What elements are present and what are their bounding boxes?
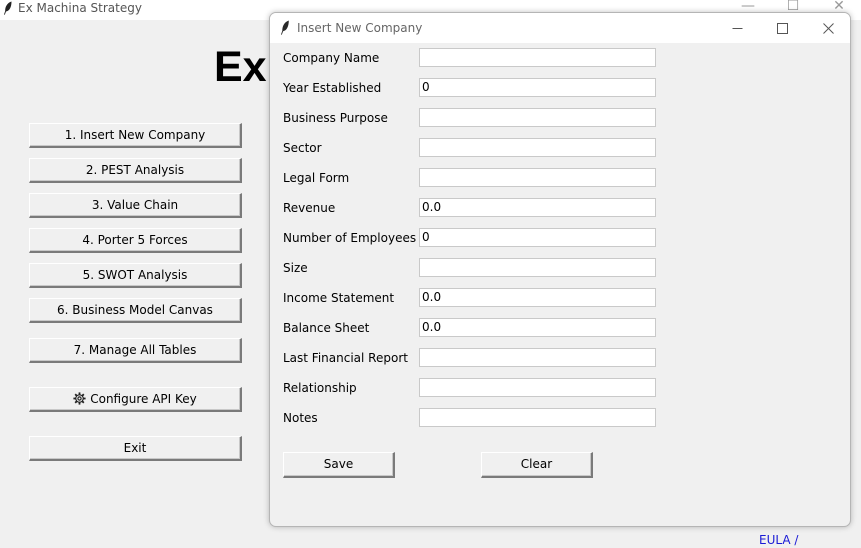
gear-icon xyxy=(73,392,86,405)
last-financial-report-label: Last Financial Report xyxy=(283,351,408,365)
business-purpose-input[interactable] xyxy=(419,108,656,127)
close-icon xyxy=(822,22,834,34)
size-input[interactable] xyxy=(419,258,656,277)
dialog-maximize-button[interactable] xyxy=(759,13,805,43)
insert-new-company-button[interactable]: 1. Insert New Company xyxy=(29,123,242,148)
size-label: Size xyxy=(283,261,308,275)
sector-input[interactable] xyxy=(419,138,656,157)
dialog-minimize-button[interactable] xyxy=(714,13,760,43)
notes-input[interactable] xyxy=(419,408,656,427)
legal-form-input[interactable] xyxy=(419,168,656,187)
feather-icon xyxy=(281,20,289,35)
company-name-input[interactable] xyxy=(419,48,656,67)
value-chain-button[interactable]: 3. Value Chain xyxy=(29,193,242,218)
eula-disclaimer-link[interactable]: EULA / Disclaimer xyxy=(759,533,861,548)
swot-analysis-button[interactable]: 5. SWOT Analysis xyxy=(29,263,242,288)
pest-analysis-button[interactable]: 2. PEST Analysis xyxy=(29,158,242,183)
configure-api-key-button[interactable]: Configure API Key xyxy=(29,387,242,412)
income-statement-input[interactable]: 0.0 xyxy=(419,288,656,307)
revenue-label: Revenue xyxy=(283,201,336,215)
configure-api-key-label: Configure API Key xyxy=(90,392,197,406)
save-button[interactable]: Save xyxy=(283,452,395,478)
app-heading: Ex xyxy=(214,43,267,91)
relationship-input[interactable] xyxy=(419,378,656,397)
balance-sheet-input[interactable]: 0.0 xyxy=(419,318,656,337)
balance-sheet-label: Balance Sheet xyxy=(283,321,370,335)
last-financial-report-input[interactable] xyxy=(419,348,656,367)
feather-icon xyxy=(4,1,12,15)
porter-5-forces-button[interactable]: 4. Porter 5 Forces xyxy=(29,228,242,253)
income-statement-label: Income Statement xyxy=(283,291,395,305)
exit-button[interactable]: Exit xyxy=(29,436,242,461)
dialog-close-button[interactable] xyxy=(805,13,850,43)
insert-company-dialog: Insert New Company Company Name Year Est… xyxy=(269,12,851,527)
number-of-employees-label: Number of Employees xyxy=(283,231,417,245)
number-of-employees-input[interactable]: 0 xyxy=(419,228,656,247)
dialog-titlebar[interactable]: Insert New Company xyxy=(270,13,850,43)
dialog-title: Insert New Company xyxy=(297,21,423,35)
clear-button[interactable]: Clear xyxy=(481,452,593,478)
minimize-icon xyxy=(732,27,742,29)
manage-all-tables-button[interactable]: 7. Manage All Tables xyxy=(29,338,242,363)
year-established-label: Year Established xyxy=(283,81,382,95)
relationship-label: Relationship xyxy=(283,381,357,395)
notes-label: Notes xyxy=(283,411,318,425)
sector-label: Sector xyxy=(283,141,322,155)
business-purpose-label: Business Purpose xyxy=(283,111,388,125)
revenue-input[interactable]: 0.0 xyxy=(419,198,656,217)
maximize-icon xyxy=(776,22,788,34)
legal-form-label: Legal Form xyxy=(283,171,350,185)
business-model-canvas-button[interactable]: 6. Business Model Canvas xyxy=(29,298,242,323)
main-window-title: Ex Machina Strategy xyxy=(18,1,142,15)
company-name-label: Company Name xyxy=(283,51,380,65)
year-established-input[interactable]: 0 xyxy=(419,78,656,97)
